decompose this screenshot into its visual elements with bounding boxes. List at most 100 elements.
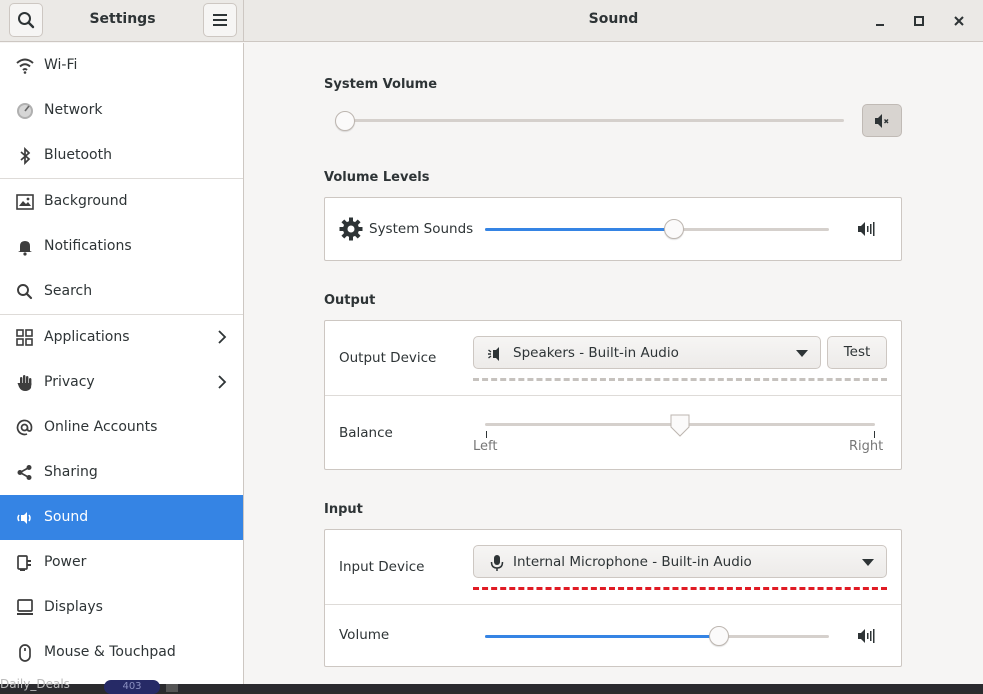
sidebar-item-power[interactable]: Power [0,540,243,585]
speaker-icon [488,347,499,361]
gear-icon [339,217,363,241]
hamburger-icon [213,14,227,26]
sidebar-item-label: Network [44,102,103,118]
output-device-label: Output Device [339,350,437,366]
background-app-label: Daily_Deals [0,677,70,691]
sidebar-item-bluetooth[interactable]: Bluetooth [0,133,243,178]
sidebar-item-label: Power [44,554,87,570]
output-level-bar [473,378,887,381]
system-volume-slider[interactable] [336,119,844,122]
balance-right-label: Right [849,439,884,454]
input-device-value: Internal Microphone - Built-in Audio [513,554,752,570]
sidebar-item-label: Privacy [44,374,95,390]
sidebar-item-label: Sound [44,509,89,525]
input-device-label: Input Device [339,559,425,575]
sidebar-title: Settings [89,11,156,27]
sidebar-item-label: Bluetooth [44,147,112,163]
input-device-select[interactable]: Internal Microphone - Built-in Audio [473,545,887,578]
input-level-bar [473,587,887,590]
search-icon [18,12,35,29]
input-volume-slider[interactable] [485,635,829,638]
sidebar-item-privacy[interactable]: Privacy [0,360,243,405]
header-bar: Settings Sound [0,0,983,42]
system-volume-slider-handle[interactable] [335,111,355,131]
sidebar-item-label: Displays [44,599,103,615]
maximize-icon [914,16,924,26]
mouse-icon [15,643,34,662]
volume-levels-frame: System Sounds [324,197,902,261]
settings-window: Settings Sound Wi-Fi Network Bluetooth B… [0,0,983,684]
chevron-right-icon [218,330,227,344]
output-heading: Output [324,293,376,308]
balance-tick-right [874,431,875,438]
balance-tick-left [486,431,487,438]
sidebar-item-label: Background [44,193,128,209]
sidebar-item-search[interactable]: Search [0,269,243,314]
output-device-select[interactable]: Speakers - Built-in Audio [473,336,821,369]
speaker-high-icon [858,629,875,643]
sidebar-item-notifications[interactable]: Notifications [0,224,243,269]
row-separator [325,395,901,396]
minimize-icon [876,24,884,26]
input-frame: Input Device Internal Microphone - Built… [324,529,902,667]
at-icon [15,418,34,437]
sidebar-item-label: Search [44,283,93,299]
output-frame: Output Device Speakers - Built-in Audio … [324,320,902,470]
search-icon [15,282,34,301]
close-button[interactable] [946,8,972,34]
bell-icon [15,237,34,256]
speaker-icon [15,508,34,527]
close-icon [954,16,964,26]
sidebar-item-label: Wi-Fi [44,57,78,73]
sound-panel: System Volume Volume Levels System Sound… [245,43,983,684]
row-separator [325,604,901,605]
background-taskbar: Daily_Deals 403 [0,677,983,694]
speaker-high-icon [858,222,875,236]
mute-button[interactable] [862,104,902,137]
maximize-button[interactable] [906,8,932,34]
input-volume-label: Volume [339,627,390,643]
sidebar-item-background[interactable]: Background [0,179,243,224]
plug-icon [15,553,34,572]
sidebar-item-sound[interactable]: Sound [0,495,243,540]
menu-button[interactable] [203,3,237,37]
sidebar-item-label: Mouse & Touchpad [44,644,176,660]
sidebar-item-label: Online Accounts [44,419,158,435]
sidebar-item-label: Sharing [44,464,98,480]
sidebar-item-wifi[interactable]: Wi-Fi [0,43,243,88]
chevron-down-icon [862,559,874,566]
system-sounds-slider-handle[interactable] [664,219,685,239]
system-volume-heading: System Volume [324,77,438,92]
sidebar: Wi-Fi Network Bluetooth Background Notif… [0,43,244,684]
chevron-right-icon [218,375,227,389]
test-button[interactable]: Test [827,336,887,369]
sidebar-item-applications[interactable]: Applications [0,315,243,360]
input-volume-slider-handle[interactable] [708,626,729,646]
sidebar-item-displays[interactable]: Displays [0,585,243,630]
slider-fill [485,635,719,638]
balance-label: Balance [339,425,393,441]
input-heading: Input [324,502,363,517]
slider-fill [485,228,675,231]
system-sounds-label: System Sounds [369,221,474,237]
share-icon [15,463,34,482]
background-block [166,684,178,692]
bluetooth-icon [15,146,34,165]
sidebar-item-network[interactable]: Network [0,88,243,133]
search-button[interactable] [9,3,43,37]
system-sounds-slider[interactable] [485,228,829,231]
sidebar-item-online-accounts[interactable]: Online Accounts [0,405,243,450]
minimize-button[interactable] [867,8,893,34]
speaker-muted-icon [875,114,889,128]
wifi-icon [15,56,34,75]
balance-slider-handle[interactable] [669,413,691,439]
hand-icon [15,373,34,392]
microphone-icon [490,555,504,571]
display-icon [15,598,34,617]
grid-icon [15,328,34,347]
network-icon [15,101,34,120]
chevron-down-icon [796,350,808,357]
output-device-value: Speakers - Built-in Audio [513,345,679,361]
sidebar-item-mouse-touchpad[interactable]: Mouse & Touchpad [0,630,243,675]
sidebar-item-sharing[interactable]: Sharing [0,450,243,495]
